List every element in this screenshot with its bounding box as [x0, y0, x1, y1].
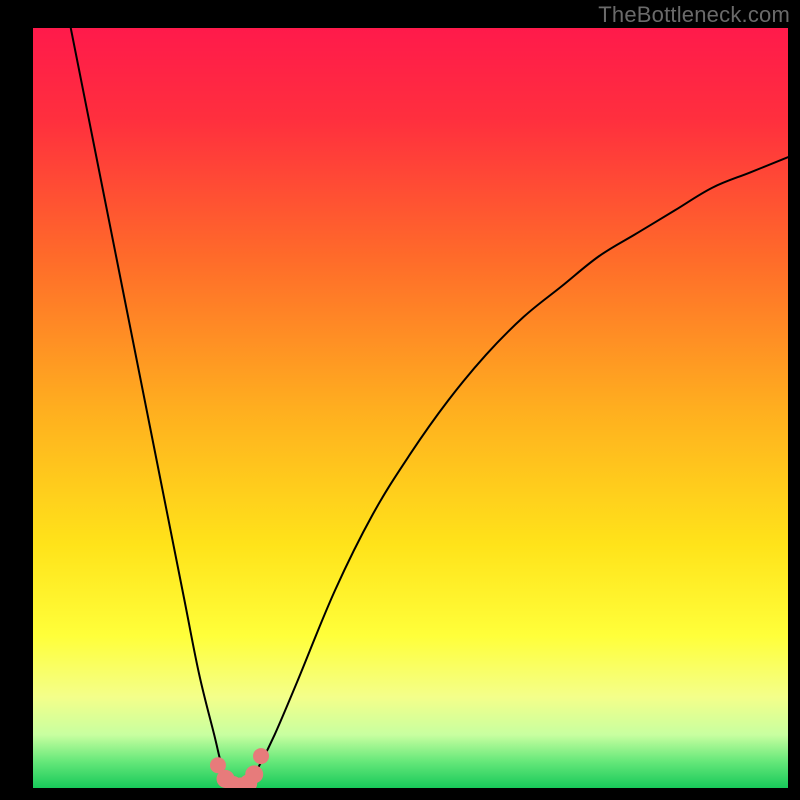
bottleneck-curve [71, 28, 788, 788]
curve-marker [245, 765, 263, 783]
plot-area [33, 28, 788, 788]
outer-frame: TheBottleneck.com [0, 0, 800, 800]
curve-marker [253, 748, 269, 764]
watermark-text: TheBottleneck.com [598, 2, 790, 28]
chart-svg [33, 28, 788, 788]
